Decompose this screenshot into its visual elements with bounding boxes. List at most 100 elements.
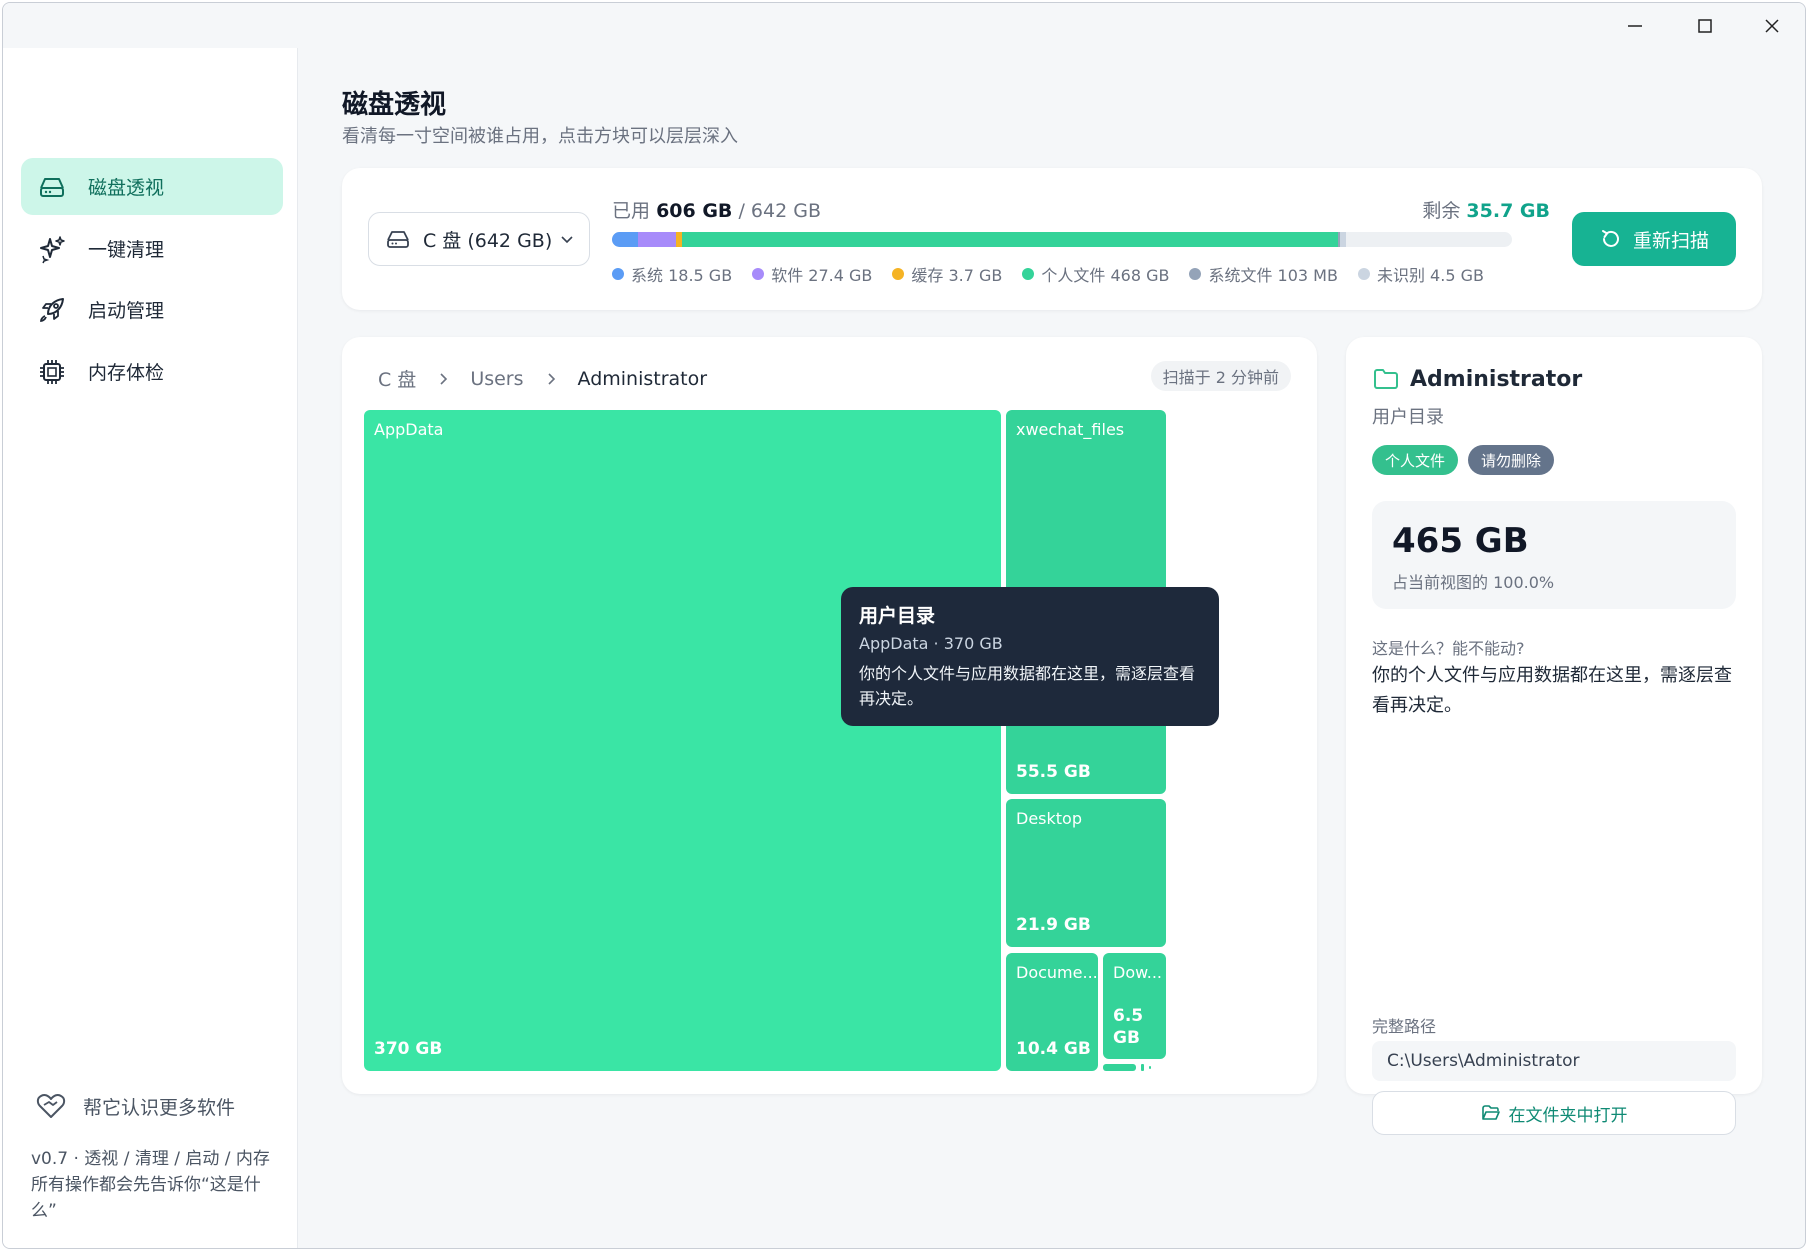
nav-item-memory-check[interactable]: 内存体检 bbox=[21, 343, 283, 400]
legend-label: 系统文件 103 MB bbox=[1208, 266, 1338, 285]
help-identify-link[interactable]: 帮它认识更多软件 bbox=[35, 1090, 235, 1122]
tooltip-detail: AppData · 370 GB bbox=[859, 634, 1003, 653]
tile-size: 6.5 GB bbox=[1113, 1006, 1144, 1048]
title-bar bbox=[3, 3, 1805, 48]
treemap-tile-small[interactable] bbox=[1103, 1064, 1136, 1071]
tooltip-description: 你的个人文件与应用数据都在这里，需逐层查看再决定。 bbox=[859, 664, 1196, 708]
treemap-tile-documents[interactable]: Docume... 10.4 GB bbox=[1006, 953, 1098, 1071]
legend-item: 未识别 4.5 GB bbox=[1357, 262, 1484, 286]
disk-selector-label: C 盘 (642 GB) bbox=[423, 229, 553, 252]
detail-title-text: Administrator bbox=[1410, 366, 1583, 392]
hover-tooltip: 用户目录 AppData · 370 GB 你的个人文件与应用数据都在这里，需逐… bbox=[841, 587, 1219, 726]
chevron-right-icon bbox=[436, 372, 450, 386]
treemap-tile-small[interactable] bbox=[1149, 1066, 1151, 1069]
legend-dot bbox=[892, 268, 905, 280]
legend-item: 系统文件 103 MB bbox=[1189, 262, 1338, 286]
used-prefix: 已用 bbox=[612, 200, 651, 222]
what-is-this-answer: 你的个人文件与应用数据都在这里，需逐层查看再决定。 bbox=[1372, 665, 1732, 716]
full-path-field[interactable]: C:\Users\Administrator bbox=[1372, 1041, 1736, 1081]
tile-name: xwechat_files bbox=[1016, 420, 1125, 439]
legend-item: 系统 18.5 GB bbox=[612, 262, 732, 286]
legend-label: 系统 18.5 GB bbox=[631, 266, 733, 285]
sparkles-icon bbox=[40, 235, 65, 263]
legend-label: 软件 27.4 GB bbox=[771, 266, 873, 285]
size-percent: 占当前视图的 100.0% bbox=[1392, 573, 1555, 592]
what-is-this-heading: 这是什么？能不能动? bbox=[1372, 639, 1525, 658]
legend-item: 缓存 3.7 GB bbox=[892, 262, 1002, 286]
maximize-icon bbox=[1698, 18, 1712, 33]
usage-bar bbox=[612, 232, 1512, 247]
rocket-icon bbox=[40, 297, 64, 322]
tile-size: 55.5 GB bbox=[1016, 762, 1091, 782]
legend-item: 个人文件 468 GB bbox=[1022, 262, 1169, 286]
legend-label: 个人文件 468 GB bbox=[1041, 266, 1170, 285]
remaining-summary: 剩余 35.7 GB bbox=[1422, 196, 1550, 223]
maximize-button[interactable] bbox=[1670, 3, 1740, 48]
remain-value: 35.7 GB bbox=[1466, 200, 1550, 222]
app-window: 磁盘透视 一键清理 启动管理 内存体检 帮它认识更多软件 v0.7 · 透视 /… bbox=[2, 2, 1806, 1249]
usage-summary: 已用 606 GB / 642 GB bbox=[612, 196, 821, 223]
category-tag: 个人文件 bbox=[1372, 445, 1459, 475]
tile-name: Desktop bbox=[1016, 809, 1082, 828]
full-path-label: 完整路径 bbox=[1372, 1017, 1437, 1036]
close-icon bbox=[1765, 18, 1779, 33]
legend-item: 软件 27.4 GB bbox=[752, 262, 872, 286]
scan-time-badge: 扫描于 2 分钟前 bbox=[1150, 361, 1291, 391]
category-tag: 请勿删除 bbox=[1468, 445, 1555, 475]
legend-dot bbox=[752, 268, 765, 280]
breadcrumb-item-users[interactable]: Users bbox=[470, 368, 523, 390]
detail-panel: Administrator 用户目录 个人文件 请勿删除 465 GB 占当前视图… bbox=[1346, 337, 1762, 1135]
hard-drive-icon bbox=[40, 177, 64, 197]
treemap-tile-downloads[interactable]: Dow... 6.5 GB bbox=[1103, 953, 1166, 1059]
tile-name: AppData bbox=[374, 420, 444, 439]
usage-segment bbox=[637, 232, 677, 247]
nav-label: 内存体检 bbox=[88, 362, 165, 384]
tag-list: 个人文件 请勿删除 bbox=[1372, 445, 1564, 475]
legend-label: 缓存 3.7 GB bbox=[911, 266, 1003, 285]
disk-selector[interactable]: C 盘 (642 GB) bbox=[368, 212, 590, 266]
tile-name: Dow... bbox=[1113, 963, 1162, 982]
hard-drive-icon bbox=[387, 231, 409, 248]
cpu-chip-icon bbox=[40, 359, 64, 384]
rescan-button[interactable]: 重新扫描 bbox=[1572, 212, 1736, 266]
legend-label: 未识别 4.5 GB bbox=[1376, 266, 1484, 285]
usage-segment bbox=[1339, 232, 1346, 247]
legend-dot bbox=[1357, 268, 1370, 280]
remain-prefix: 剩余 bbox=[1422, 200, 1461, 222]
nav-item-disk-insight[interactable]: 磁盘透视 bbox=[21, 158, 283, 215]
tooltip-title: 用户目录 bbox=[859, 605, 936, 627]
used-value: 606 GB bbox=[656, 200, 733, 222]
nav-label: 启动管理 bbox=[88, 300, 165, 322]
tile-size: 21.9 GB bbox=[1016, 915, 1091, 935]
nav-label: 磁盘透视 bbox=[88, 177, 165, 199]
tile-size: 370 GB bbox=[374, 1039, 443, 1059]
tile-name: Docume... bbox=[1016, 963, 1098, 982]
treemap-tile-small[interactable] bbox=[1141, 1064, 1144, 1071]
nav-item-one-click-clean[interactable]: 一键清理 bbox=[21, 220, 283, 277]
breadcrumb-item-administrator: Administrator bbox=[577, 367, 708, 390]
treemap-tile-appdata[interactable]: AppData 370 GB bbox=[364, 410, 1001, 1071]
close-button[interactable] bbox=[1737, 3, 1805, 48]
folder-open-icon bbox=[1481, 1105, 1500, 1120]
open-in-folder-label: 在文件夹中打开 bbox=[1508, 1105, 1628, 1126]
legend-dot bbox=[1189, 268, 1202, 280]
legend-dot bbox=[1022, 268, 1035, 280]
total-value: / 642 GB bbox=[738, 200, 821, 222]
tile-size: 10.4 GB bbox=[1016, 1039, 1091, 1059]
refresh-icon bbox=[1601, 230, 1619, 247]
heart-handshake-icon bbox=[36, 1094, 66, 1118]
chevron-right-icon bbox=[544, 372, 558, 386]
detail-title: Administrator bbox=[1372, 365, 1582, 393]
legend-dot bbox=[612, 268, 624, 280]
version-info: v0.7 · 透视 / 清理 / 启动 / 内存 所有操作都会先告诉你“这是什么… bbox=[31, 1149, 270, 1221]
breadcrumb-item-c-drive[interactable]: C 盘 bbox=[378, 365, 416, 392]
nav-label: 一键清理 bbox=[88, 239, 165, 261]
breadcrumb: C 盘 Users Administrator bbox=[378, 365, 707, 392]
nav-item-startup-manager[interactable]: 启动管理 bbox=[21, 281, 283, 338]
open-in-folder-button[interactable]: 在文件夹中打开 bbox=[1372, 1091, 1736, 1135]
help-label: 帮它认识更多软件 bbox=[83, 1096, 236, 1119]
page-title: 磁盘透视 bbox=[342, 90, 447, 120]
minimize-button[interactable] bbox=[1600, 3, 1670, 48]
size-value: 465 GB bbox=[1392, 521, 1529, 561]
treemap-tile-desktop[interactable]: Desktop 21.9 GB bbox=[1006, 799, 1166, 947]
